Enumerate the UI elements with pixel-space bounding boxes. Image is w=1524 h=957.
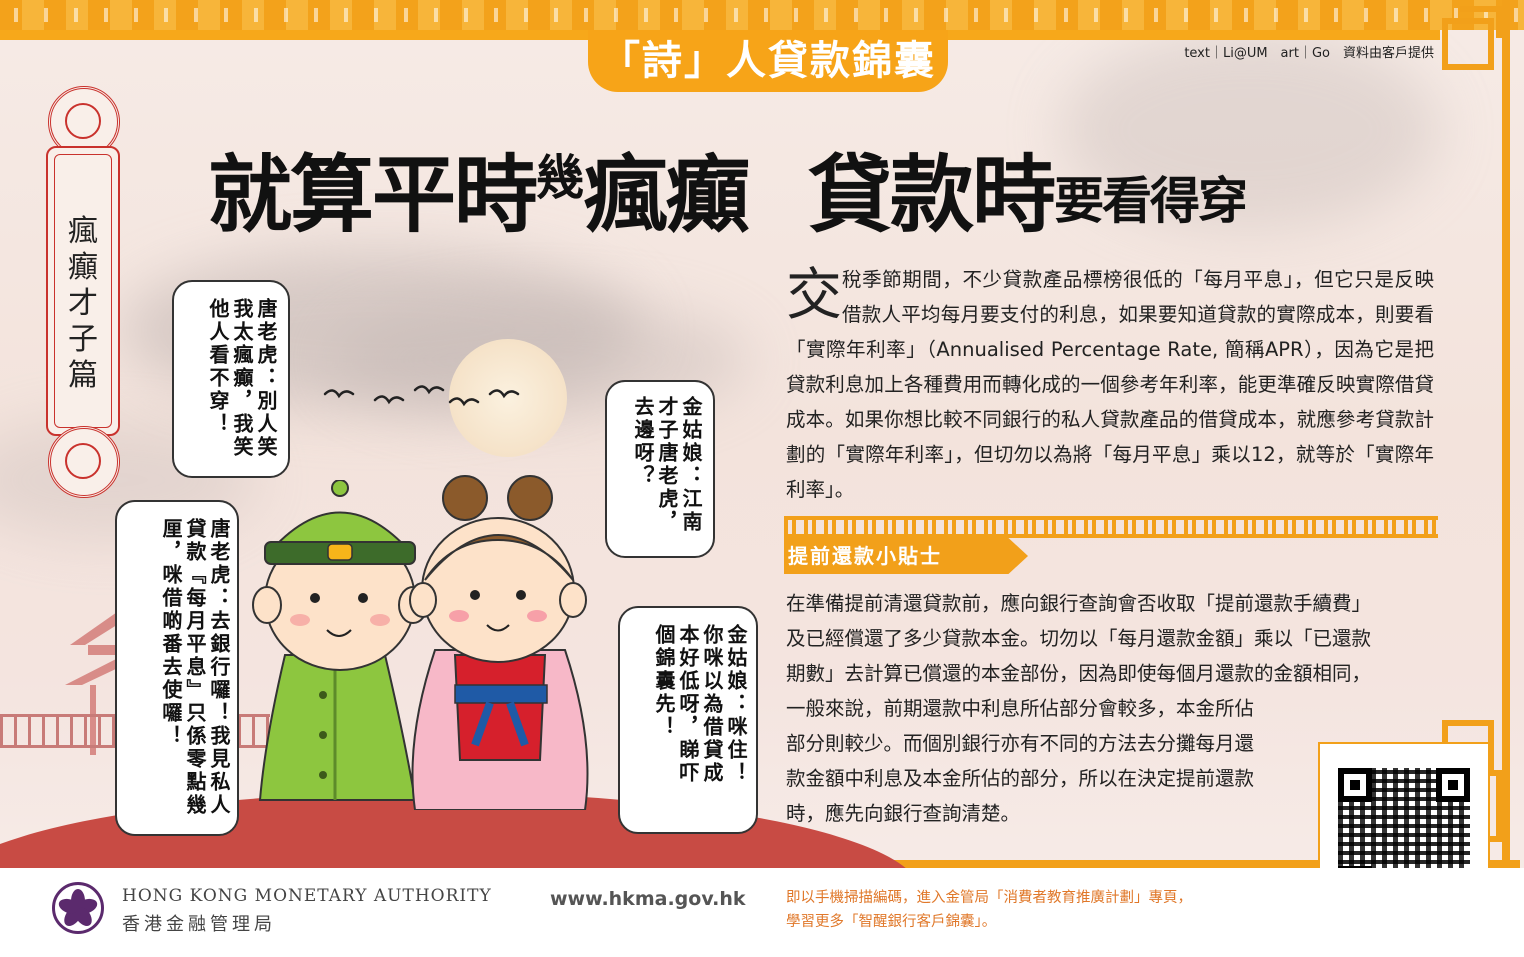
headline-part1-small: 幾 (536, 150, 585, 206)
tips-line: 及已經償還了多少貸款本金。切勿以「每月還款金額」乘以「已還款 (786, 627, 1372, 650)
speech-text: 金姑娘：江南 才子唐老虎， 去邊呀？ (631, 396, 703, 534)
series-title-badge: 「詩」人貸款錦囊 (588, 30, 948, 92)
chapter-title: 瘋癲才子篇 (68, 214, 98, 393)
speech-bubble-jin-1: 金姑娘：江南 才子唐老虎， 去邊呀？ (605, 380, 715, 558)
headline-part2: 貸款時 (808, 145, 1056, 244)
scroll-cap-bottom (48, 426, 120, 498)
credits: text｜Li@UM art｜Go 資料由客戶提供 (1184, 46, 1434, 61)
qr-instruction-line: 學習更多「智醒銀行客戶錦囊」。 (786, 914, 997, 930)
speech-text: 唐老虎：去銀行囉！我見私人 貸款『每月平息』只係零點幾 厘，咪借啲番去使囉！ (159, 518, 231, 817)
tips-line: 在準備提前清還貸款前，應向銀行查詢會否收取「提前還款手續費」 (786, 592, 1372, 615)
qr-finder (1436, 768, 1470, 802)
top-pattern-border (0, 0, 1524, 30)
speech-bubble-jin-2: 金姑娘：咪住！ 你咪以為借貸成 本好低呀，睇吓 個錦囊先！ (618, 606, 758, 834)
speech-bubble-tang-2: 唐老虎：去銀行囉！我見私人 貸款『每月平息』只係零點幾 厘，咪借啲番去使囉！ (115, 500, 239, 836)
qr-instruction-line: 即以手機掃描編碼，進入金管局「消費者教育推廣計劃」專頁， (786, 890, 1192, 906)
speech-bubble-tang-1: 唐老虎：別人笑 我太瘋癲，我笑 他人看不穿！ (172, 280, 290, 478)
right-frame-line (1502, 0, 1510, 957)
chapter-scroll: 瘋癲才子篇 (28, 86, 134, 498)
knot-ornament (1460, 6, 1502, 38)
org-name-english: HONG KONG MONETARY AUTHORITY (122, 886, 492, 906)
headline: 就算平時幾瘋癲 貸款時要看得穿 (208, 128, 1348, 248)
speech-text: 唐老虎：別人笑 我太瘋癲，我笑 他人看不穿！ (206, 298, 278, 459)
hkma-logo-icon (52, 882, 104, 934)
qr-finder (1338, 768, 1372, 802)
headline-part1-end: 瘋癲 (584, 145, 750, 244)
tips-heading: 提前還款小貼士 (784, 538, 1028, 574)
speech-text: 金姑娘：咪住！ 你咪以為借貸成 本好低呀，睇吓 個錦囊先！ (652, 624, 748, 785)
article-body: 交稅季節期間，不少貸款產品標榜很低的「每月平息」，但它只是反映借款人平均每月要支… (786, 262, 1434, 507)
headline-part1: 就算平時 (208, 145, 538, 244)
headline-part2-small: 要看得穿 (1054, 171, 1248, 230)
org-name-chinese: 香港金融管理局 (122, 914, 276, 935)
poster: 「詩」人貸款錦囊 text｜Li@UM art｜Go 資料由客戶提供 就算平時幾… (0, 0, 1524, 957)
drop-cap: 交 (786, 263, 842, 328)
tips-line: 一般來說，前期還款中利息所佔部分會較多，本金所佔 (786, 697, 1255, 720)
website-link[interactable]: www.hkma.gov.hk (550, 888, 746, 910)
article-text: 稅季節期間，不少貸款產品標榜很低的「每月平息」，但它只是反映借款人平均每月要支付… (786, 268, 1434, 501)
jin-character-illustration (409, 475, 589, 810)
qr-instruction: 即以手機掃描編碼，進入金管局「消費者教育推廣計劃」專頁， 學習更多「智醒銀行客戶… (786, 886, 1306, 934)
tips-line: 期數」去計算已償還的本金部份，因為即使每個月還款的金額相同， (786, 662, 1372, 685)
meander-divider (784, 516, 1438, 538)
birds-icon (323, 385, 520, 407)
